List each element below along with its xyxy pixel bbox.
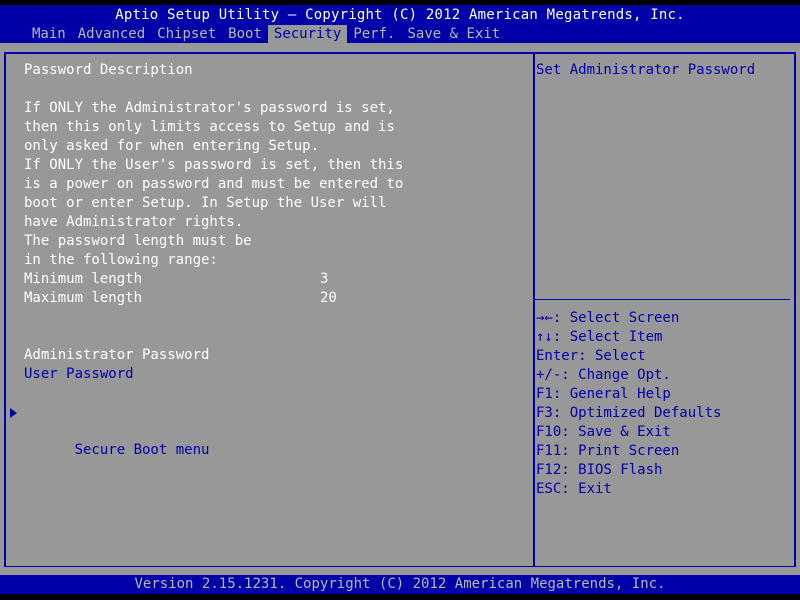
key-legend: →←: Select Screen ↑↓: Select Item Enter:… bbox=[536, 309, 721, 499]
tab-advanced[interactable]: Advanced bbox=[72, 25, 151, 43]
administrator-password-item[interactable]: Administrator Password bbox=[24, 346, 524, 365]
key-enter-select: Enter: Select bbox=[536, 348, 646, 364]
description-line: in the following range: bbox=[24, 252, 218, 268]
tab-security[interactable]: Security bbox=[267, 25, 348, 43]
min-length-row: Minimum length 3 bbox=[24, 270, 524, 289]
key-change-opt: +/-: Change Opt. bbox=[536, 367, 671, 383]
description-line: If ONLY the Administrator's password is … bbox=[24, 100, 395, 116]
description-line: have Administrator rights. bbox=[24, 214, 244, 230]
pane-divider bbox=[533, 54, 535, 566]
max-length-value: 20 bbox=[320, 290, 337, 306]
header-bar: Aptio Setup Utility – Copyright (C) 2012… bbox=[0, 5, 800, 43]
footer-bar: Version 2.15.1231. Copyright (C) 2012 Am… bbox=[0, 575, 800, 594]
max-length-row: Maximum length 20 bbox=[24, 289, 524, 308]
description-line: boot or enter Setup. In Setup the User w… bbox=[24, 195, 387, 211]
min-length-value: 3 bbox=[320, 271, 329, 287]
min-length-label: Minimum length bbox=[24, 271, 143, 287]
tab-boot[interactable]: Boot bbox=[222, 25, 268, 43]
key-bios-flash: F12: BIOS Flash bbox=[536, 462, 663, 478]
key-general-help: F1: General Help bbox=[536, 386, 671, 402]
key-exit: ESC: Exit bbox=[536, 481, 612, 497]
key-select-screen: →←: Select Screen bbox=[536, 310, 680, 326]
key-optimized-defaults: F3: Optimized Defaults bbox=[536, 405, 722, 421]
secure-boot-menu-item[interactable]: Secure Boot menu bbox=[10, 403, 524, 458]
max-length-label: Maximum length bbox=[24, 290, 143, 306]
app-title: Aptio Setup Utility – Copyright (C) 2012… bbox=[115, 7, 685, 23]
section-title: Password Description bbox=[24, 62, 193, 78]
help-divider bbox=[535, 299, 790, 300]
secure-boot-menu-label: Secure Boot menu bbox=[74, 442, 210, 458]
tab-chipset[interactable]: Chipset bbox=[151, 25, 222, 43]
key-select-item: ↑↓: Select Item bbox=[536, 329, 663, 345]
key-print-screen: F11: Print Screen bbox=[536, 443, 680, 459]
tab-main[interactable]: Main bbox=[26, 25, 72, 43]
version-text: Version 2.15.1231. Copyright (C) 2012 Am… bbox=[134, 576, 666, 592]
help-pane: Set Administrator Password bbox=[536, 61, 786, 80]
description-line: If ONLY the User's password is set, then… bbox=[24, 157, 404, 173]
description-line: then this only limits access to Setup an… bbox=[24, 119, 395, 135]
main-body: Password Description If ONLY the Adminis… bbox=[0, 43, 800, 575]
tab-perf[interactable]: Perf. bbox=[347, 25, 401, 43]
user-password-item[interactable]: User Password bbox=[24, 365, 524, 384]
tab-bar: Main Advanced Chipset Boot Security Perf… bbox=[26, 25, 506, 43]
submenu-arrow-icon bbox=[10, 408, 17, 418]
key-save-exit: F10: Save & Exit bbox=[536, 424, 671, 440]
description-line: only asked for when entering Setup. bbox=[24, 138, 320, 154]
tab-save-exit[interactable]: Save & Exit bbox=[401, 25, 506, 43]
settings-pane: Password Description If ONLY the Adminis… bbox=[10, 61, 524, 458]
description-line: The password length must be bbox=[24, 233, 252, 249]
help-text: Set Administrator Password bbox=[536, 62, 756, 78]
description-line: is a power on password and must be enter… bbox=[24, 176, 404, 192]
